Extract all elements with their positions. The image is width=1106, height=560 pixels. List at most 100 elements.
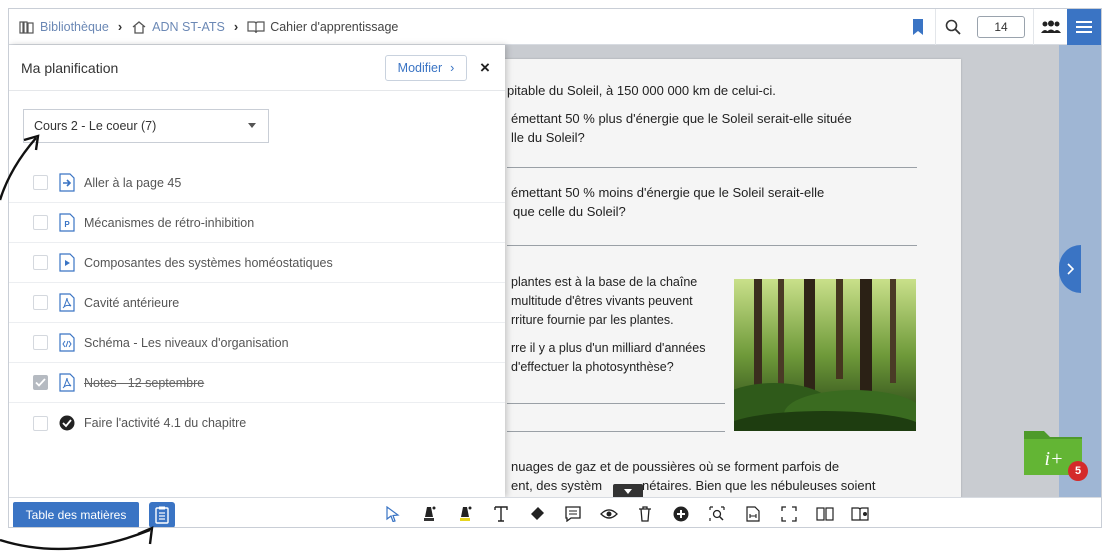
page-text-fragment: nétaires. Bien que les nébuleuses soient [642,478,876,493]
pen-icon [424,506,436,521]
planning-item[interactable]: P Mécanismes de rétro-inhibition [9,203,505,243]
item-checkbox[interactable] [33,175,48,190]
fullscreen-icon [781,506,797,522]
page-text-line: multitude d'êtres vivants peuvent [511,294,693,308]
breadcrumb-library[interactable]: Bibliothèque [19,20,109,34]
page-text-line: ent, des systèm nétaires. Bien que les né… [511,476,875,495]
zoom-area-button[interactable] [703,500,731,527]
note-icon [565,506,581,522]
add-circle-icon [673,506,689,522]
caret-down-icon [624,488,632,494]
answer-line [507,431,725,432]
pen-tool-button[interactable] [415,500,443,527]
eye-icon [600,509,618,519]
item-checkbox[interactable] [33,335,48,350]
trash-icon [639,506,651,522]
item-label: Aller à la page 45 [84,175,182,190]
forest-image [734,279,916,431]
page-text-fragment: ent, des systèm [511,478,603,493]
page-text-line: rriture fournie par les plantes. [511,313,674,327]
page-text-line: lle du Soleil? [511,130,585,145]
breadcrumb-book[interactable]: ADN ST-ATS [131,20,225,34]
double-page-icon [851,507,869,521]
code-document-icon [58,333,76,353]
show-hide-button[interactable] [595,500,623,527]
page-number-input[interactable]: 14 [977,16,1025,38]
folder-label: i+ [1044,448,1063,470]
clipboard-icon [155,506,169,524]
chevron-right-icon: › [117,19,123,34]
breadcrumb-library-label: Bibliothèque [40,19,109,34]
item-label: Mécanismes de rétro-inhibition [84,215,255,230]
item-label: Cavité antérieure [84,295,180,310]
item-label: Composantes des systèmes homéostatiques [84,255,333,270]
goto-page-icon [58,173,76,193]
bottom-toolbar: Table des matières [9,497,1101,527]
menu-button[interactable] [1067,9,1101,45]
item-checkbox[interactable] [33,215,48,230]
double-page-button[interactable] [847,500,875,527]
table-of-contents-button[interactable]: Table des matières [13,502,139,527]
item-label: Schéma - Les niveaux d'organisation [84,335,289,350]
delete-button[interactable] [631,500,659,527]
video-icon [58,253,76,273]
planning-panel-title: Ma planification [21,59,119,76]
page-text-line: plantes est à la base de la chaîne [511,275,698,289]
planning-item[interactable]: Aller à la page 45 [9,163,505,203]
search-button[interactable] [935,9,969,45]
bookmark-icon [913,19,923,35]
modify-button-label: Modifier [397,61,443,75]
note-tool-button[interactable] [559,500,587,527]
hamburger-icon [1076,21,1092,33]
text-icon [494,506,508,522]
planning-item[interactable]: Faire l'activité 4.1 du chapitre [9,403,505,443]
fit-page-button[interactable] [739,500,767,527]
annotation-tools [379,500,883,527]
planning-button[interactable] [149,502,175,527]
planning-item[interactable]: Cavité antérieure [9,283,505,323]
fullscreen-button[interactable] [775,500,803,527]
page-text-line: que celle du Soleil? [513,204,626,219]
answer-line [507,403,725,404]
search-icon [945,19,961,35]
groups-button[interactable] [1033,9,1067,45]
eraser-tool-button[interactable] [523,500,551,527]
planning-panel-header: Ma planification Modifier › × [9,45,505,91]
select-tool-button[interactable] [379,500,407,527]
breadcrumb: Bibliothèque › ADN ST-ATS › Cahier d'app… [9,19,398,34]
bookmark-button[interactable] [901,9,935,45]
item-checkbox[interactable] [33,415,48,431]
planning-item[interactable]: Composantes des systèmes homéostatiques [9,243,505,283]
item-checkbox[interactable] [33,295,48,310]
single-page-icon [816,507,834,521]
item-checkbox[interactable] [33,255,48,270]
highlighter-icon [460,506,472,521]
planning-item[interactable]: Notes - 12 septembre [9,363,505,403]
breadcrumb-notebook[interactable]: Cahier d'apprentissage [247,20,398,34]
notification-badge: 5 [1068,461,1088,481]
planning-item[interactable]: Schéma - Les niveaux d'organisation [9,323,505,363]
checkmark-icon [35,378,46,387]
single-page-button[interactable] [811,500,839,527]
home-icon [132,20,146,34]
svg-text:P: P [64,220,70,229]
close-panel-button[interactable]: × [475,55,495,81]
fit-page-icon [746,506,760,522]
chevron-right-icon: › [450,61,455,75]
toolbar-toggle-button[interactable] [613,484,643,498]
text-tool-button[interactable] [487,500,515,527]
users-icon [1040,20,1061,33]
modify-button[interactable]: Modifier › [385,55,467,81]
page-text-line: émettant 50 % plus d'énergie que le Sole… [511,111,852,126]
p-document-icon: P [58,213,76,233]
planning-list: Aller à la page 45 P Mécanismes de rétro… [9,163,505,443]
check-circle-icon [58,413,76,433]
planning-panel: Ma planification Modifier › × Cours 2 - … [9,45,505,497]
course-select[interactable]: Cours 2 - Le coeur (7) [23,109,269,143]
page-text-line: pitable du Soleil, à 150 000 000 km de c… [507,83,776,98]
highlighter-tool-button[interactable] [451,500,479,527]
app-root: Bibliothèque › ADN ST-ATS › Cahier d'app… [0,0,1106,560]
add-button[interactable] [667,500,695,527]
item-checkbox-checked[interactable] [33,375,48,390]
breadcrumb-book-label: ADN ST-ATS [152,19,225,34]
